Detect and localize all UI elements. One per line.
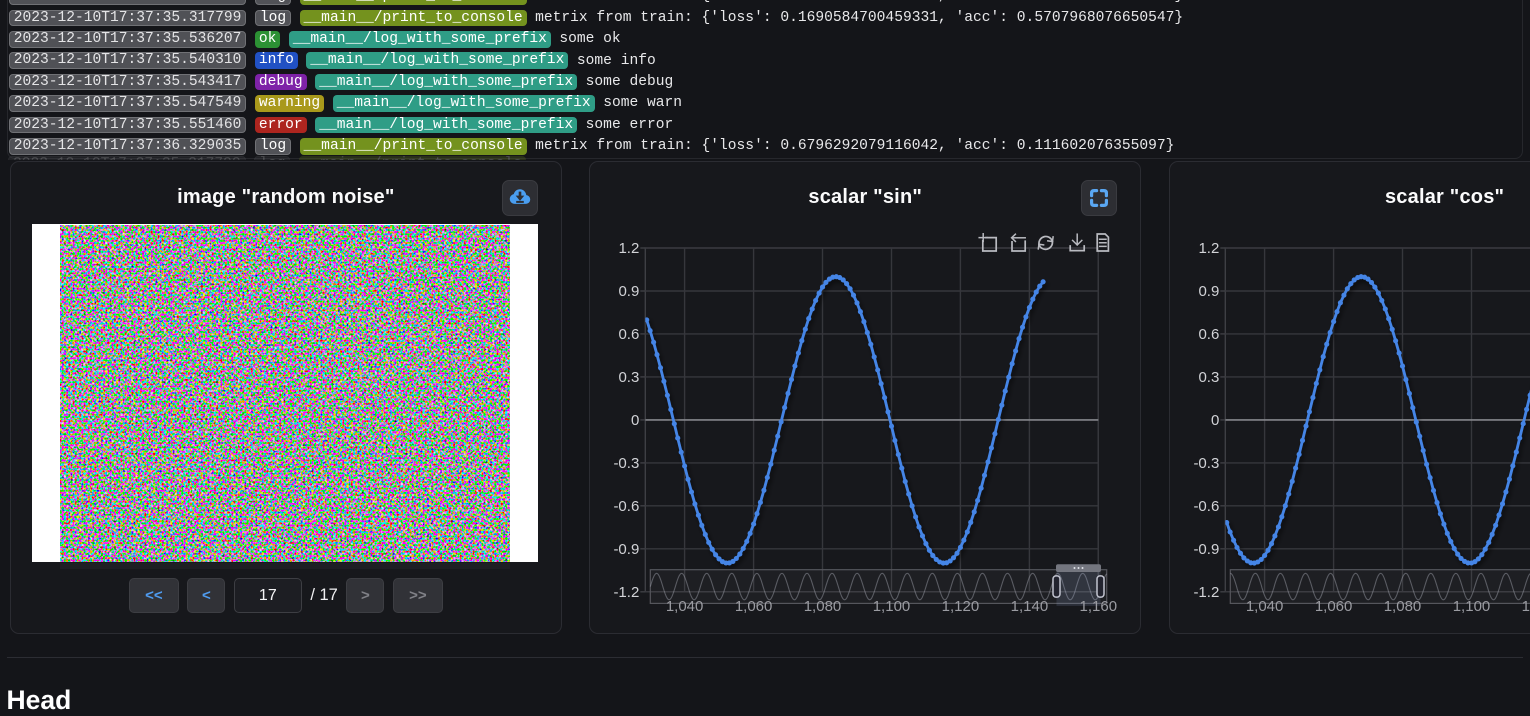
svg-text:1.2: 1.2 <box>1198 240 1219 257</box>
svg-text:-0.9: -0.9 <box>614 541 640 558</box>
svg-text:0.6: 0.6 <box>1198 326 1219 343</box>
svg-text:1,060: 1,060 <box>1315 598 1353 615</box>
svg-text:-1.2: -1.2 <box>614 584 640 601</box>
svg-text:1,040: 1,040 <box>1246 598 1284 615</box>
svg-text:-0.6: -0.6 <box>614 498 640 515</box>
svg-text:-0.6: -0.6 <box>1193 498 1219 515</box>
svg-text:1,100: 1,100 <box>1452 598 1490 615</box>
svg-text:0.9: 0.9 <box>1198 283 1219 300</box>
svg-text:0.3: 0.3 <box>1198 369 1219 386</box>
svg-text:0: 0 <box>1211 412 1219 429</box>
svg-text:0.9: 0.9 <box>619 283 640 300</box>
svg-text:1.2: 1.2 <box>619 240 640 257</box>
svg-text:1,120: 1,120 <box>1521 598 1530 615</box>
svg-text:1,120: 1,120 <box>942 598 980 615</box>
svg-text:0.3: 0.3 <box>619 369 640 386</box>
svg-text:-0.3: -0.3 <box>614 455 640 472</box>
svg-text:0.6: 0.6 <box>619 326 640 343</box>
svg-text:1,080: 1,080 <box>804 598 842 615</box>
svg-text:1,140: 1,140 <box>1011 598 1049 615</box>
svg-text:-0.9: -0.9 <box>1193 541 1219 558</box>
svg-text:-0.3: -0.3 <box>1193 455 1219 472</box>
svg-text:1,100: 1,100 <box>873 598 911 615</box>
svg-text:1,060: 1,060 <box>735 598 773 615</box>
svg-text:1,080: 1,080 <box>1383 598 1421 615</box>
svg-text:1,040: 1,040 <box>666 598 704 615</box>
svg-text:1,160: 1,160 <box>1080 598 1118 615</box>
svg-text:-1.2: -1.2 <box>1193 584 1219 601</box>
svg-text:0: 0 <box>631 412 639 429</box>
